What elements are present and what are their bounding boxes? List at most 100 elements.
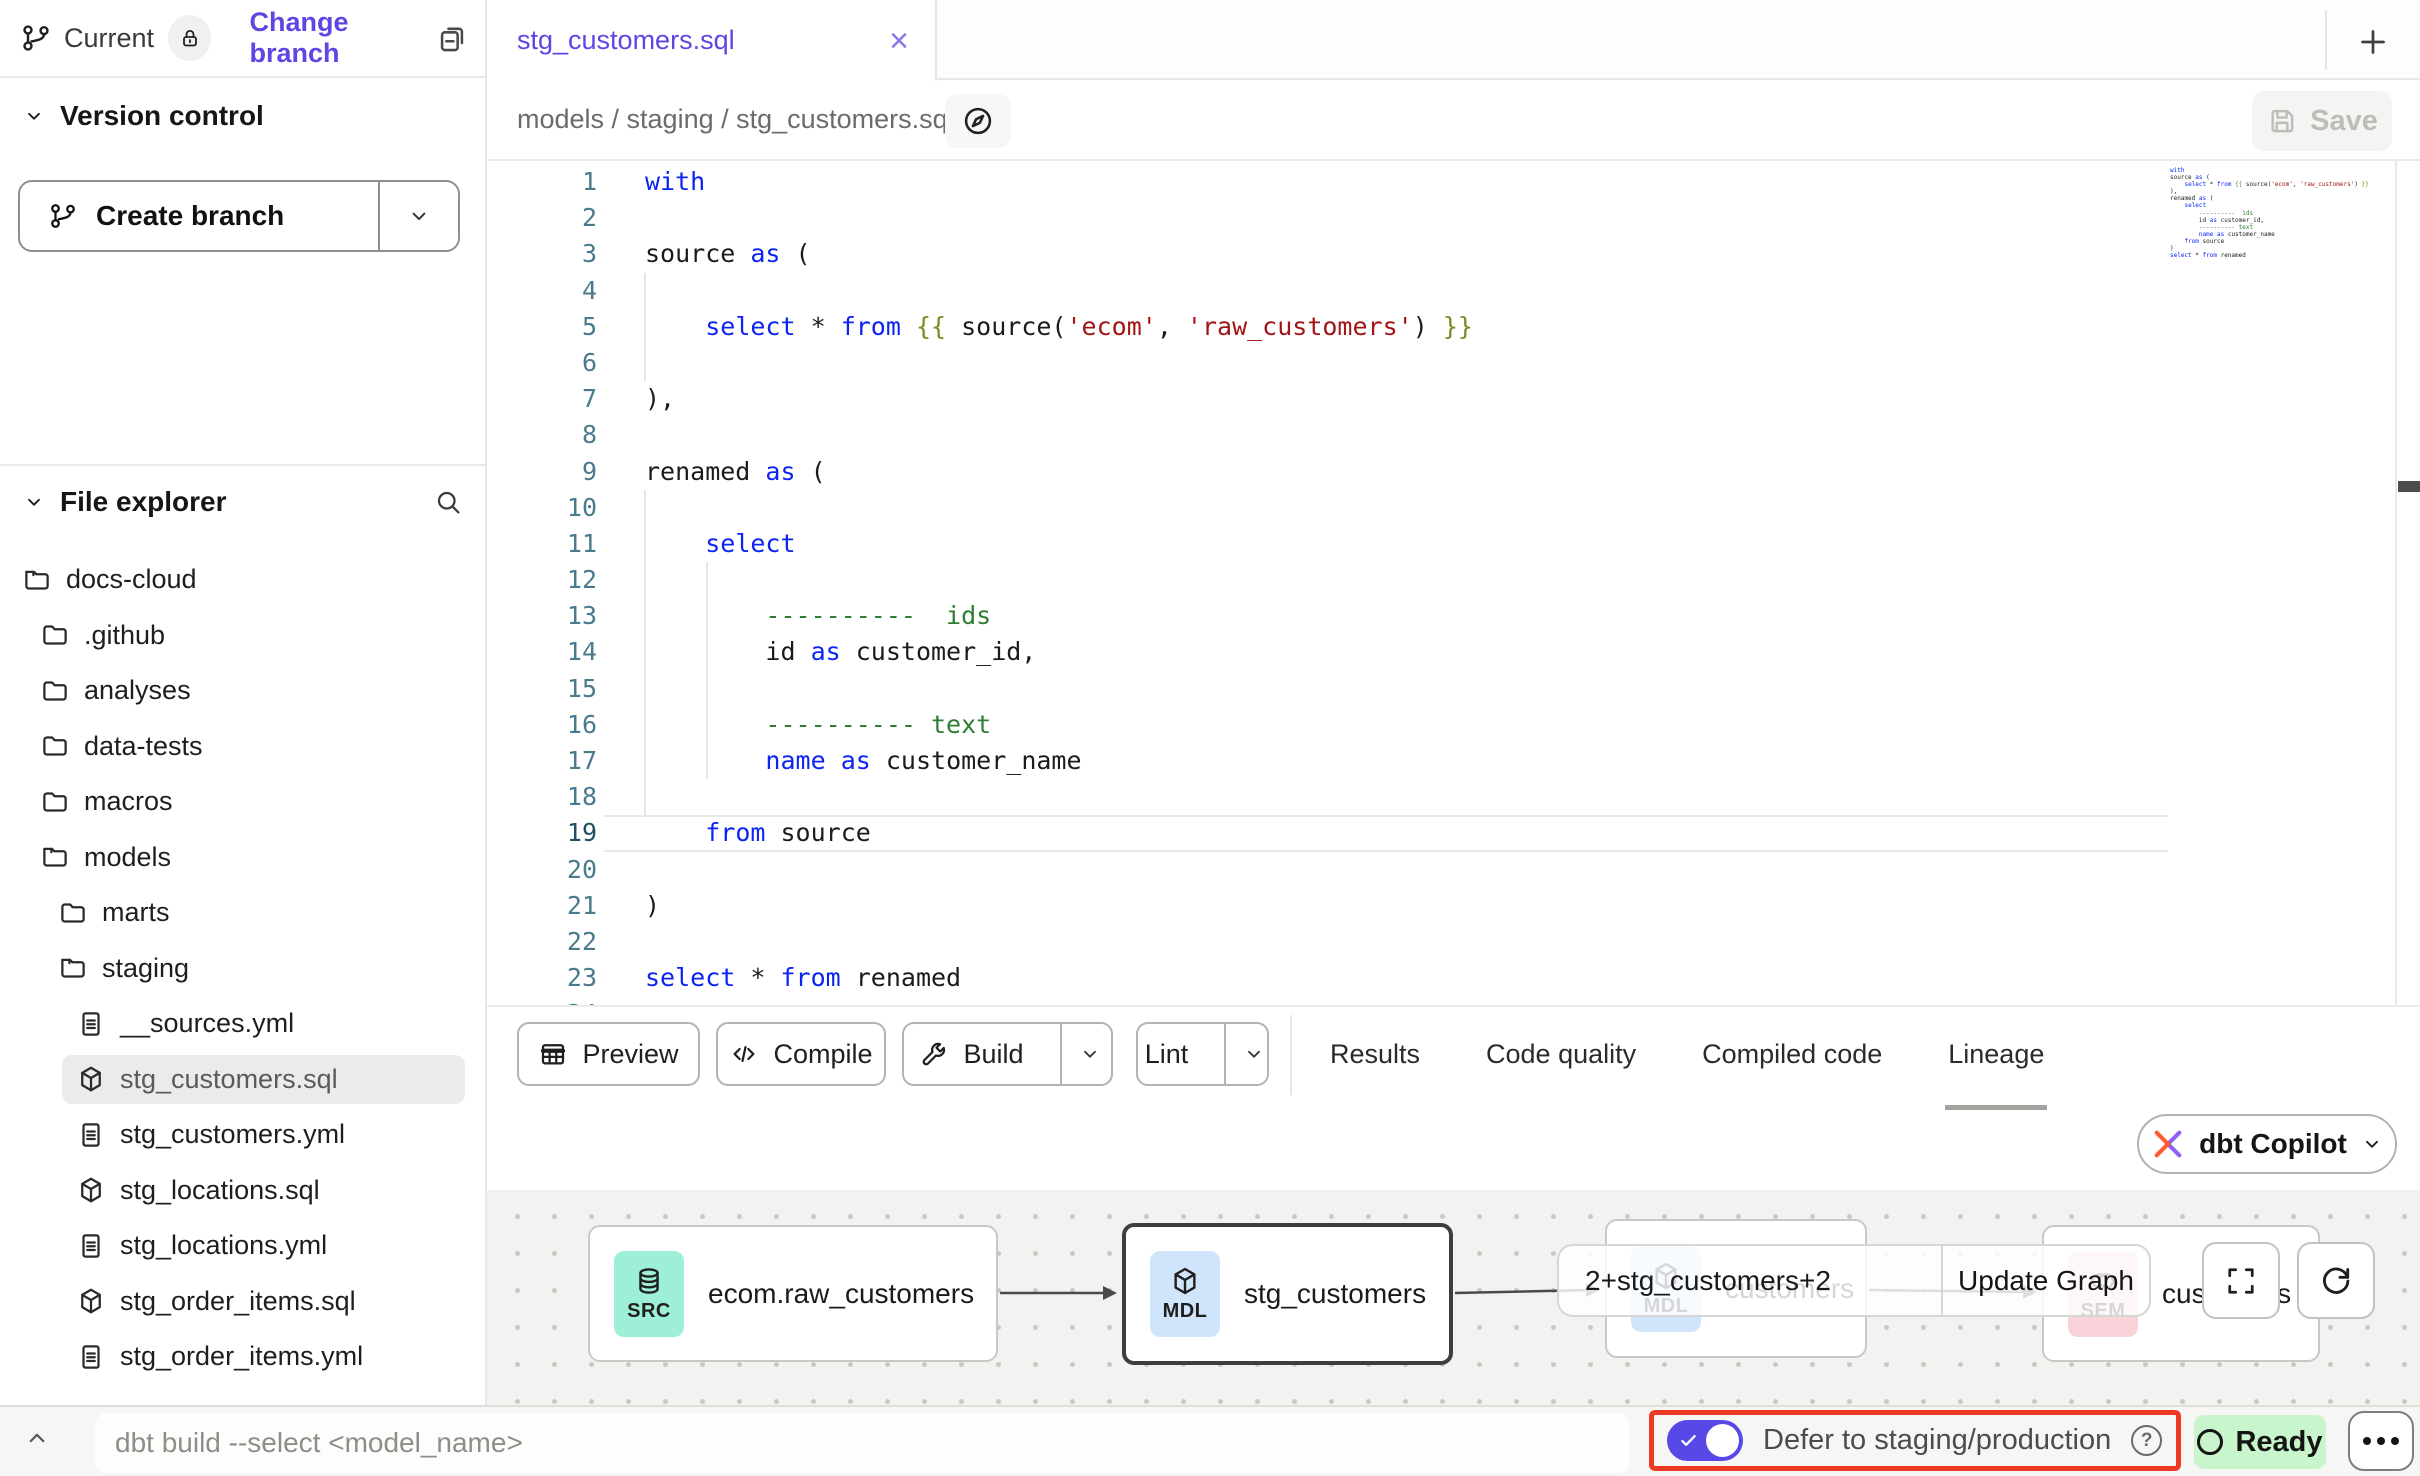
- branch-header: Current Change branch: [0, 0, 485, 78]
- code-line-23[interactable]: 23select * from renamed: [487, 960, 2420, 996]
- lineage-selector-input[interactable]: [1559, 1246, 1941, 1315]
- code-line-12[interactable]: 12: [487, 562, 2420, 598]
- code-text: select * from renamed: [645, 960, 961, 996]
- code-line-13[interactable]: 13 ---------- ids: [487, 598, 2420, 634]
- tree-item-stg-order-items-yml[interactable]: stg_order_items.yml: [0, 1329, 485, 1385]
- ide-actions-button[interactable]: [945, 94, 1011, 148]
- code-line-20[interactable]: 20: [487, 852, 2420, 888]
- lineage-canvas[interactable]: SRCecom.raw_customers MDL stg_customersMDL…: [487, 1190, 2420, 1405]
- code-line-16[interactable]: 16 ---------- text: [487, 707, 2420, 743]
- preview-button[interactable]: Preview: [517, 1022, 700, 1086]
- code-line-5[interactable]: 5 select * from {{ source('ecom', 'raw_c…: [487, 309, 2420, 345]
- panel-tab-lineage[interactable]: Lineage: [1948, 1039, 2044, 1070]
- tree-item-stg-order-items-sql[interactable]: stg_order_items.sql: [0, 1274, 485, 1330]
- code-line-22[interactable]: 22: [487, 924, 2420, 960]
- editor-tab-bar: stg_customers.sql ×: [487, 0, 2420, 80]
- save-button[interactable]: Save: [2252, 91, 2392, 151]
- code-editor[interactable]: 1with23source as (45 select * from {{ so…: [487, 161, 2420, 1005]
- line-number: 13: [487, 598, 597, 634]
- lineage-node-ecom-raw-customers[interactable]: SRCecom.raw_customers: [588, 1225, 998, 1362]
- search-icon[interactable]: [433, 487, 463, 517]
- refresh-button[interactable]: [2297, 1242, 2375, 1319]
- lint-dropdown[interactable]: [1224, 1024, 1282, 1084]
- folder-icon: [40, 787, 70, 817]
- help-icon[interactable]: ?: [2131, 1425, 2162, 1456]
- code-line-14[interactable]: 14 id as customer_id,: [487, 634, 2420, 670]
- code-line-21[interactable]: 21): [487, 888, 2420, 924]
- code-line-9[interactable]: 9renamed as (: [487, 454, 2420, 490]
- create-branch-main[interactable]: Create branch: [20, 182, 380, 250]
- scrollbar-handle[interactable]: [2398, 481, 2420, 492]
- new-tab-button[interactable]: [2349, 18, 2397, 66]
- create-branch-button[interactable]: Create branch: [18, 180, 460, 252]
- folder-icon: [58, 898, 88, 928]
- editor-minimap[interactable]: withsource as ( select * from {{ source(…: [2170, 167, 2395, 259]
- code-line-4[interactable]: 4: [487, 273, 2420, 309]
- tab-stg-customers-sql[interactable]: stg_customers.sql ×: [487, 0, 937, 81]
- code-line-11[interactable]: 11 select: [487, 526, 2420, 562]
- code-line-1[interactable]: 1with: [487, 164, 2420, 200]
- node-label: stg_customers: [1244, 1278, 1426, 1310]
- command-input[interactable]: [95, 1413, 1630, 1473]
- code-text: ---------- ids: [645, 598, 991, 634]
- tree-item--github[interactable]: .github: [0, 608, 485, 664]
- breadcrumb-row: models / staging / stg_customers.sql Sav…: [487, 80, 2420, 161]
- file-explorer-header[interactable]: File explorer: [22, 486, 463, 518]
- tree-item--sources-yml[interactable]: __sources.yml: [0, 996, 485, 1052]
- create-branch-dropdown[interactable]: [380, 182, 458, 250]
- code-line-15[interactable]: 15: [487, 671, 2420, 707]
- node-badge-mdl: MDL: [1150, 1251, 1220, 1337]
- tree-item-models[interactable]: models: [0, 830, 485, 886]
- divider: [0, 464, 485, 466]
- lineage-node-stg-customers[interactable]: MDL stg_customers: [1122, 1223, 1453, 1365]
- tree-item-staging[interactable]: staging: [0, 941, 485, 997]
- build-main[interactable]: Build: [897, 1024, 1045, 1084]
- update-graph-button[interactable]: Update Graph: [1941, 1246, 2149, 1315]
- code-line-3[interactable]: 3source as (: [487, 236, 2420, 272]
- divider: [2325, 10, 2327, 70]
- line-number: 10: [487, 490, 597, 526]
- tree-item-stg-locations-sql[interactable]: stg_locations.sql: [0, 1163, 485, 1219]
- tree-item-stg-customers-yml[interactable]: stg_customers.yml: [0, 1107, 485, 1163]
- tree-item-analyses[interactable]: analyses: [0, 663, 485, 719]
- tree-item-marts[interactable]: marts: [0, 885, 485, 941]
- code-line-17[interactable]: 17 name as customer_name: [487, 743, 2420, 779]
- tree-item-stg-customers-sql[interactable]: stg_customers.sql: [0, 1052, 485, 1108]
- lint-button[interactable]: Lint: [1136, 1022, 1269, 1086]
- close-icon[interactable]: ×: [889, 24, 909, 58]
- build-dropdown[interactable]: [1060, 1024, 1118, 1084]
- tree-item-label: stg_customers.sql: [120, 1064, 338, 1095]
- defer-toggle[interactable]: [1667, 1420, 1743, 1461]
- divider: [2395, 161, 2397, 1005]
- panel-tab-compiled-code[interactable]: Compiled code: [1702, 1039, 1882, 1070]
- code-line-7[interactable]: 7),: [487, 381, 2420, 417]
- code-line-2[interactable]: 2: [487, 200, 2420, 236]
- code-text: ): [645, 888, 660, 924]
- compile-button[interactable]: Compile: [716, 1022, 886, 1086]
- code-text: name as customer_name: [645, 743, 1082, 779]
- more-options-button[interactable]: [2348, 1411, 2414, 1471]
- code-line-10[interactable]: 10: [487, 490, 2420, 526]
- panel-tab-results[interactable]: Results: [1330, 1039, 1420, 1070]
- code-line-6[interactable]: 6: [487, 345, 2420, 381]
- folder-icon: [40, 731, 70, 761]
- fullscreen-button[interactable]: [2202, 1242, 2280, 1319]
- version-control-header[interactable]: Version control: [22, 100, 264, 132]
- dbt-copilot-button[interactable]: dbt Copilot: [2137, 1114, 2397, 1174]
- tree-item-docs-cloud[interactable]: docs-cloud: [0, 552, 485, 608]
- code-line-24[interactable]: 24: [487, 996, 2420, 1005]
- code-line-18[interactable]: 18: [487, 779, 2420, 815]
- database-icon: [633, 1265, 665, 1297]
- tree-item-stg-locations-yml[interactable]: stg_locations.yml: [0, 1218, 485, 1274]
- code-line-8[interactable]: 8: [487, 417, 2420, 453]
- chevron-up-icon[interactable]: [22, 1423, 52, 1453]
- lint-main[interactable]: Lint: [1123, 1024, 1211, 1084]
- tree-item-data-tests[interactable]: data-tests: [0, 719, 485, 775]
- change-branch-link[interactable]: Change branch: [249, 7, 435, 69]
- build-button[interactable]: Build: [902, 1022, 1113, 1086]
- copy-icon[interactable]: [435, 21, 469, 55]
- tree-item-macros[interactable]: macros: [0, 774, 485, 830]
- panel-tab-code-quality[interactable]: Code quality: [1486, 1039, 1636, 1070]
- minimap-line: ): [2170, 245, 2395, 252]
- code-line-19[interactable]: 19 from source: [487, 815, 2420, 851]
